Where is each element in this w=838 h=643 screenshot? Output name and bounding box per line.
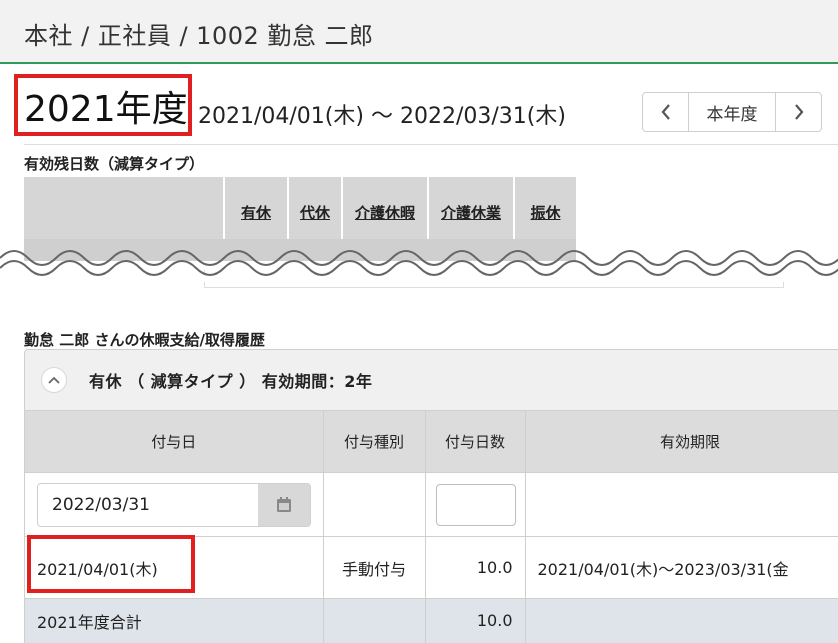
prev-year-button[interactable] xyxy=(643,93,688,131)
breadcrumb: 本社 / 正社員 / 1002 勤怠 二郎 xyxy=(24,22,374,50)
total-days: 10.0 xyxy=(425,598,526,643)
col-header-grant-date: 付与日 xyxy=(25,410,324,473)
divider xyxy=(24,144,838,145)
year-title: 2021年度 xyxy=(24,89,188,130)
total-label: 2021年度合計 xyxy=(25,598,324,643)
year-period: 2021/04/01(木) ～ 2022/03/31(木) xyxy=(198,104,566,129)
page-header: 本社 / 正社員 / 1002 勤怠 二郎 xyxy=(0,0,838,64)
total-type xyxy=(323,598,426,643)
grant-days-input-cell xyxy=(425,472,526,537)
year-navigator: 本年度 xyxy=(642,92,822,132)
leave-history-panel: 有休 （ 減算タイプ ） 有効期間：2年 付与日 付与種別 付与日数 有効期限 … xyxy=(24,349,838,643)
col-header-expiry: 有効期限 xyxy=(525,410,838,473)
row-expiry: 2021/04/01(木)～2023/03/31(金 xyxy=(525,536,838,599)
grant-history-table: 付与日 付与種別 付与日数 有効期限 2022/03/31 2021/04/01… xyxy=(25,410,838,643)
balance-table: 有休 代休 介護休暇 介護休業 振休 xyxy=(24,177,576,239)
total-row: 2021年度合計 10.0 xyxy=(25,598,838,643)
balance-col-header[interactable]: 介護休暇 xyxy=(341,177,428,239)
history-section-title: 勤怠 二郎 さんの休暇支給/取得履歴 xyxy=(24,331,265,349)
chevron-right-icon xyxy=(794,104,803,120)
panel-header[interactable]: 有休 （ 減算タイプ ） 有効期間：2年 xyxy=(25,350,838,410)
col-header-grant-type: 付与種別 xyxy=(323,410,426,473)
calendar-icon xyxy=(277,496,291,512)
row-grant-type: 手動付与 xyxy=(323,536,426,599)
date-input-cell: 2022/03/31 xyxy=(25,472,324,537)
grant-date-highlight-box xyxy=(27,535,195,593)
current-year-button[interactable]: 本年度 xyxy=(688,93,776,131)
grant-date-value[interactable]: 2022/03/31 xyxy=(38,484,258,526)
grant-days-input[interactable] xyxy=(435,483,516,526)
input-row: 2022/03/31 xyxy=(25,472,838,537)
balance-section-title: 有効残日数（減算タイプ） xyxy=(24,155,205,173)
chevron-left-icon xyxy=(661,104,670,120)
panel-title: 有休 （ 減算タイプ ） 有効期間：2年 xyxy=(89,372,373,391)
balance-col-header[interactable]: 介護休業 xyxy=(427,177,514,239)
balance-col-header[interactable]: 有休 xyxy=(223,177,288,239)
page-cut-wave xyxy=(0,250,838,282)
balance-header-empty xyxy=(24,177,224,239)
col-header-grant-days: 付与日数 xyxy=(425,410,526,473)
calendar-button[interactable] xyxy=(258,483,310,526)
balance-col-header[interactable]: 代休 xyxy=(287,177,342,239)
collapse-button[interactable] xyxy=(41,367,67,393)
total-expiry xyxy=(525,598,838,643)
row-grant-days: 10.0 xyxy=(425,536,526,599)
next-year-button[interactable] xyxy=(776,93,821,131)
expiry-input-cell xyxy=(525,472,838,537)
chevron-up-icon xyxy=(48,376,60,384)
grant-date-input[interactable]: 2022/03/31 xyxy=(37,482,311,527)
balance-col-header[interactable]: 振休 xyxy=(513,177,576,239)
grant-type-input-cell xyxy=(323,472,426,537)
